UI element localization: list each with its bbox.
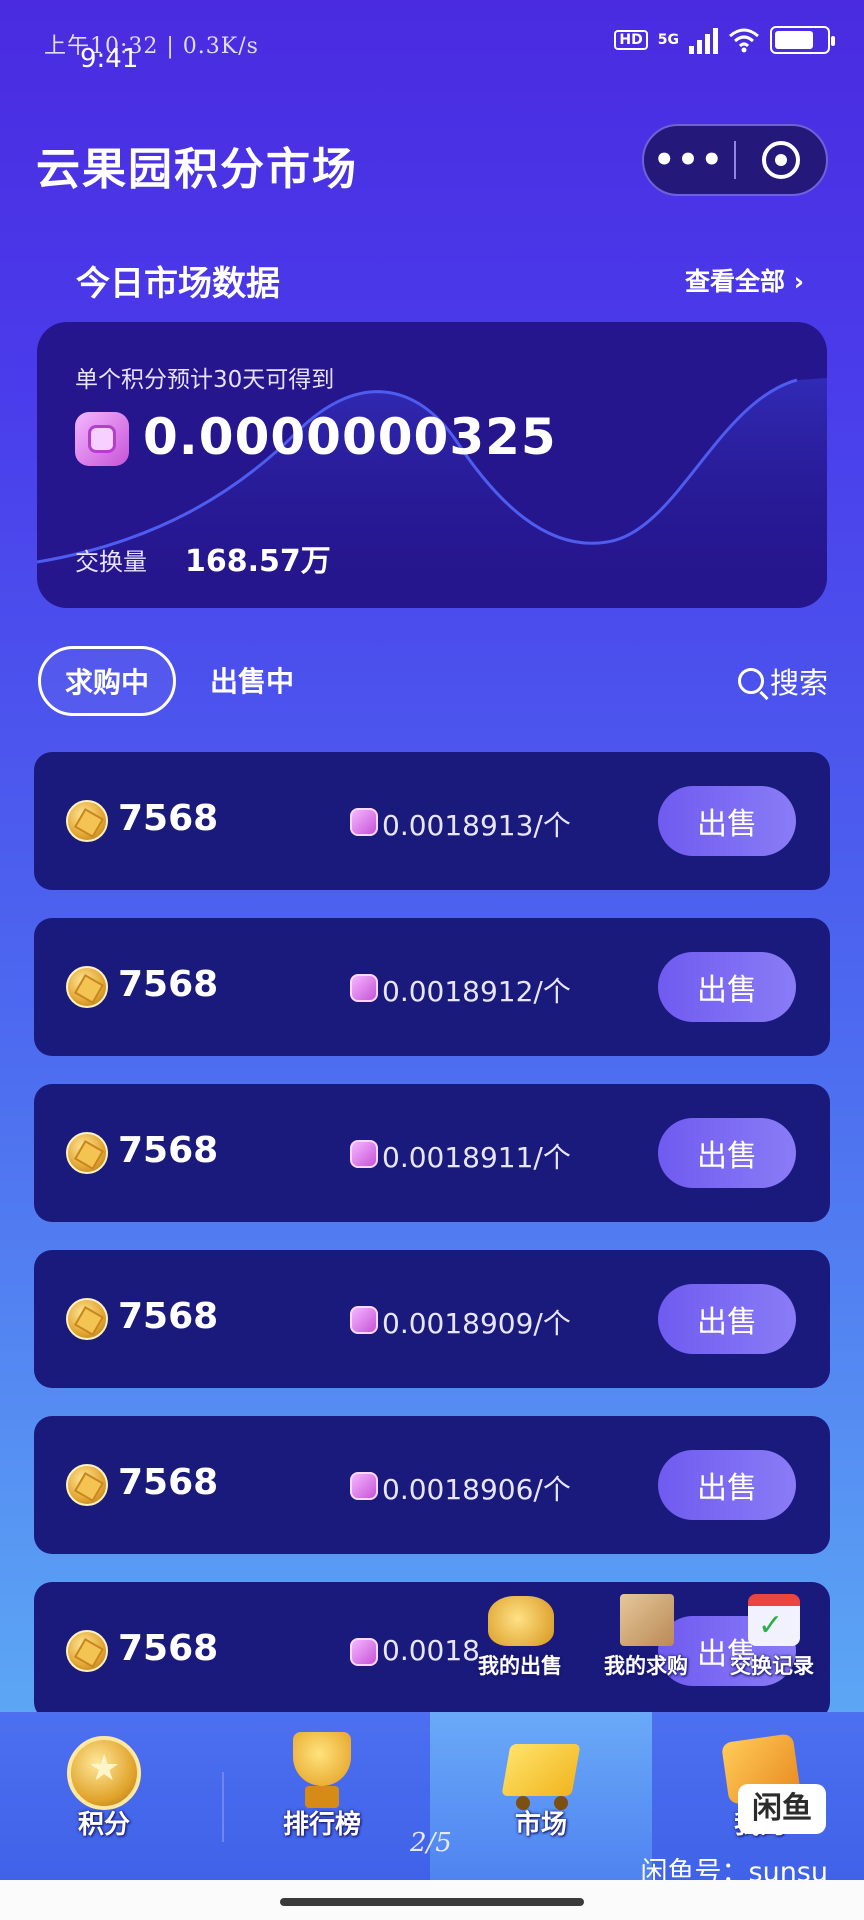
volume-label: 交换量 [75, 548, 147, 576]
gem-icon [350, 1638, 378, 1666]
coin-icon [66, 1464, 108, 1506]
network-label: 5G [657, 32, 679, 48]
coin-icon [66, 1630, 108, 1672]
order-row: 7568 0.0018911/个 出售 [34, 1084, 830, 1222]
exchange-records-button[interactable]: 交换记录 [730, 1592, 814, 1680]
order-quantity: 7568 [118, 1628, 219, 1669]
my-purchases-label: 我的求购 [604, 1654, 688, 1678]
target-circle-icon [761, 141, 800, 179]
order-row: 7568 0.0018912/个 出售 [34, 918, 830, 1056]
sell-button[interactable]: 出售 [658, 1118, 796, 1188]
page-indicator: 2/5 [410, 1828, 452, 1858]
gem-icon [350, 1472, 378, 1500]
status-bar: 上午10:32 | 0.3K/s 9:41 HD 5G [0, 0, 864, 80]
coin-icon [66, 1132, 108, 1174]
market-section-title: 今日市场数据 [76, 264, 280, 304]
order-row: 7568 0.0018 出售 [34, 1582, 830, 1720]
order-quantity: 7568 [118, 1296, 219, 1337]
order-quantity: 7568 [118, 964, 219, 1005]
exchange-records-label: 交换记录 [730, 1654, 814, 1678]
sell-button[interactable]: 出售 [658, 1284, 796, 1354]
hd-badge: HD [614, 30, 648, 50]
gem-icon [350, 974, 378, 1002]
close-mini-program-button[interactable] [736, 141, 826, 179]
sell-button[interactable]: 出售 [658, 952, 796, 1022]
nav-label-leaderboard: 排行榜 [282, 1810, 361, 1840]
view-all-link[interactable]: 查看全部 › [685, 262, 804, 298]
nav-item-leaderboard[interactable]: 排行榜 [242, 1730, 402, 1841]
coin-icon [66, 1298, 108, 1340]
sell-button[interactable]: 出售 [658, 1450, 796, 1520]
calendar-check-icon [732, 1592, 812, 1648]
nav-label-points: 积分 [77, 1810, 130, 1840]
coin-icon [66, 800, 108, 842]
order-price: 0.0018906/个 [382, 1473, 571, 1506]
nav-item-market[interactable]: 市场 [461, 1730, 621, 1841]
box-icon [606, 1592, 686, 1648]
xianyu-logo: 闲鱼 [738, 1784, 826, 1834]
search-icon [737, 668, 764, 694]
order-row: 7568 0.0018906/个 出售 [34, 1416, 830, 1554]
more-dots-icon[interactable]: ••• [644, 124, 734, 196]
order-quantity: 7568 [118, 798, 219, 839]
volume-value: 168.57万 [185, 544, 331, 579]
points-forecast-value: 0.0000000325 [143, 408, 557, 466]
money-bag-icon [480, 1592, 560, 1648]
order-row: 7568 0.0018909/个 出售 [34, 1250, 830, 1388]
gem-icon [75, 412, 129, 466]
sell-button[interactable]: 出售 [658, 786, 796, 856]
search-label: 搜索 [769, 666, 828, 700]
my-sales-button[interactable]: 我的出售 [478, 1592, 562, 1680]
signal-icon [689, 26, 718, 54]
mini-program-capsule: ••• [642, 124, 828, 196]
handwritten-status-text: 上午10:32 | 0.3K/s [44, 34, 259, 59]
gem-icon [350, 1306, 378, 1334]
order-price: 0.0018909/个 [382, 1307, 571, 1340]
status-icons: HD 5G [614, 26, 835, 54]
order-price: 0.0018911/个 [382, 1141, 571, 1174]
battery-icon [770, 26, 835, 54]
order-quantity: 7568 [118, 1130, 219, 1171]
points-forecast-label: 单个积分预计30天可得到 [75, 367, 335, 393]
gem-icon [350, 1140, 378, 1168]
coin-icon [66, 966, 108, 1008]
my-purchases-button[interactable]: 我的求购 [604, 1592, 688, 1680]
order-row: 7568 0.0018913/个 出售 [34, 752, 830, 890]
page-title: 云果园积分市场 [36, 144, 358, 195]
home-indicator[interactable] [280, 1898, 584, 1906]
search-button[interactable]: 搜索 [737, 660, 828, 702]
nav-divider [222, 1772, 224, 1842]
wifi-icon [729, 28, 759, 53]
order-price: 0.0018912/个 [382, 975, 571, 1008]
order-price: 0.0018 [382, 1634, 480, 1667]
my-sales-label: 我的出售 [478, 1654, 562, 1678]
tab-selling[interactable]: 出售中 [210, 660, 294, 700]
order-quantity: 7568 [118, 1462, 219, 1503]
tab-buying[interactable]: 求购中 [38, 646, 176, 716]
nav-label-market: 市场 [514, 1810, 567, 1840]
order-price: 0.0018913/个 [382, 809, 571, 842]
status-time: 9:41 [80, 44, 139, 74]
nav-item-points[interactable]: 积分 [24, 1730, 184, 1841]
gem-icon [350, 808, 378, 836]
market-stats-card: 单个积分预计30天可得到 0.0000000325 交换量 168.57万 [37, 322, 827, 608]
